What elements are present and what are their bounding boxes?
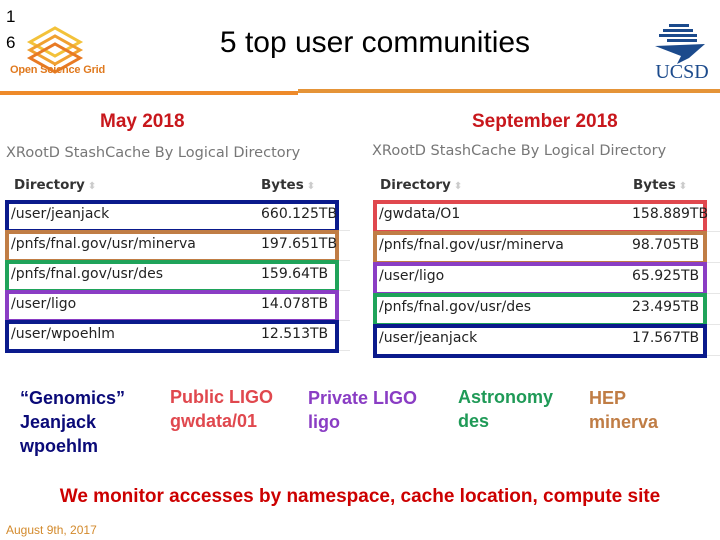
sort-icon: ⬍ <box>678 181 688 192</box>
sort-icon: ⬍ <box>306 181 316 192</box>
ucsd-logo-text: UCSD <box>655 61 708 80</box>
community-label: “Genomics” <box>20 388 126 408</box>
community-label: Astronomy <box>458 387 554 407</box>
column-header-label: Directory <box>14 177 85 193</box>
bytes-cell: 12.513TB <box>261 326 329 342</box>
period-heading-may: May 2018 <box>100 111 185 132</box>
bytes-cell: 17.567TB <box>632 330 700 346</box>
directory-cell: /user/jeanjack <box>11 206 110 222</box>
community-hep: HEP minerva <box>589 386 658 434</box>
bytes-cell: 98.705TB <box>632 237 700 253</box>
directory-cell: /pnfs/fnal.gov/usr/minerva <box>11 236 196 252</box>
header-divider-left <box>0 91 298 95</box>
column-header-bytes[interactable]: Bytes ⬍ <box>633 177 687 193</box>
bytes-cell: 660.125TB <box>261 206 338 222</box>
slide-title: 5 top user communities <box>219 26 531 59</box>
community-label: Public LIGO <box>170 387 274 407</box>
community-genomics: “Genomics” Jeanjack wpoehlm <box>20 386 125 458</box>
community-label: HEP <box>589 388 627 408</box>
sort-icon: ⬍ <box>87 181 97 192</box>
directory-cell: /user/wpoehlm <box>11 326 115 342</box>
column-header-label: Directory <box>380 177 451 193</box>
bytes-cell: 197.651TB <box>261 236 338 252</box>
community-label: Private LIGO <box>308 388 418 408</box>
period-heading-september: September 2018 <box>472 111 618 132</box>
community-detail: Jeanjack <box>20 412 97 432</box>
community-public-ligo: Public LIGO gwdata/01 <box>170 385 273 433</box>
osg-logo-text: Open Science Grid <box>10 64 106 76</box>
column-header-directory[interactable]: Directory ⬍ <box>14 177 96 193</box>
directory-cell: /user/ligo <box>11 296 77 312</box>
community-astronomy: Astronomy des <box>458 385 553 433</box>
bytes-cell: 159.64TB <box>261 266 329 282</box>
directory-cell: /gwdata/O1 <box>379 206 461 222</box>
directory-cell: /pnfs/fnal.gov/usr/des <box>379 299 532 315</box>
date-label: August 9th, 2017 <box>6 523 97 537</box>
community-detail: gwdata/01 <box>170 411 258 431</box>
header-divider-right <box>298 89 720 93</box>
ucsd-logo-icon: UCSD <box>655 24 709 80</box>
footer-message: We monitor accesses by namespace, cache … <box>59 486 661 507</box>
column-header-label: Bytes <box>261 177 304 193</box>
community-detail: ligo <box>308 412 340 432</box>
bytes-cell: 23.495TB <box>632 299 700 315</box>
directory-cell: /user/jeanjack <box>379 330 478 346</box>
bytes-cell: 65.925TB <box>632 268 700 284</box>
bytes-cell: 14.078TB <box>261 296 329 312</box>
community-detail: wpoehlm <box>20 436 99 456</box>
sort-icon: ⬍ <box>453 181 463 192</box>
column-header-directory[interactable]: Directory ⬍ <box>380 177 462 193</box>
panel-title-september: XRootD StashCache By Logical Directory <box>372 143 667 159</box>
column-header-label: Bytes <box>633 177 676 193</box>
community-private-ligo: Private LIGO ligo <box>308 386 417 434</box>
directory-cell: /user/ligo <box>379 268 445 284</box>
column-header-bytes[interactable]: Bytes ⬍ <box>261 177 315 193</box>
community-detail: minerva <box>589 412 659 432</box>
directory-cell: /pnfs/fnal.gov/usr/minerva <box>379 237 564 253</box>
directory-cell: /pnfs/fnal.gov/usr/des <box>11 266 164 282</box>
panel-title-may: XRootD StashCache By Logical Directory <box>6 145 301 161</box>
bytes-cell: 158.889TB <box>632 206 709 222</box>
community-detail: des <box>458 411 490 431</box>
